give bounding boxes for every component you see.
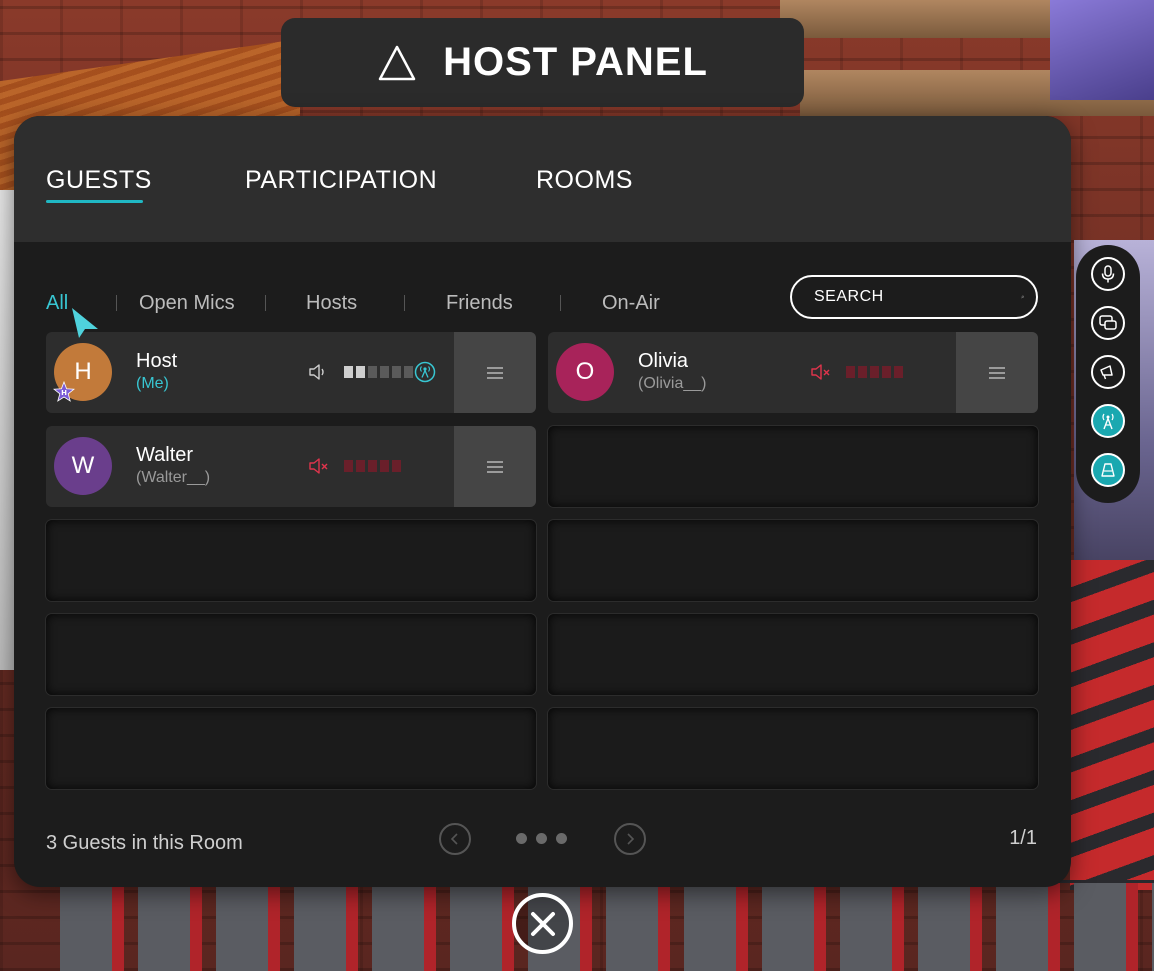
filter-on-air[interactable]: On-Air [602,292,660,315]
chevron-left-icon [450,833,458,845]
filter-hosts[interactable]: Hosts [306,292,404,315]
host-panel-header: HOST PANEL [281,18,804,107]
guest-filter-bar: All Open Mics Hosts Friends On-Air [46,288,660,318]
guest-menu-button[interactable] [956,332,1038,413]
filter-divider [116,295,117,311]
guest-handle: (Walter__) [136,469,211,486]
audio-level-meter [846,366,903,378]
page-dot [516,833,527,844]
guest-card-olivia: O Olivia (Olivia__) [548,332,1038,413]
search-icon[interactable] [1021,288,1024,306]
hamburger-menu-icon [487,366,503,379]
megaphone-button[interactable] [1091,355,1125,389]
empty-guest-slot [46,614,536,695]
chat-button[interactable] [1091,306,1125,340]
guest-name: Olivia [638,350,689,372]
stage-icon [1101,463,1115,477]
broadcast-button[interactable] [1091,404,1125,438]
page-dot [556,833,567,844]
audio-level-meter [344,460,401,472]
speaker-icon[interactable] [308,362,330,382]
broadcast-tower-icon [1102,413,1114,430]
mouse-pointer-icon [72,308,98,338]
active-tab-indicator [46,200,143,203]
page-indicator: 1/1 [1009,827,1037,849]
hamburger-menu-icon [989,366,1005,379]
guest-handle: (Olivia__) [638,375,707,392]
microphone-button[interactable] [1091,257,1125,291]
empty-guest-slot [46,708,536,789]
empty-guest-slot [548,520,1038,601]
audience-seats-side [1070,560,1154,890]
guest-handle: (Me) [136,375,169,392]
guest-card-host: H H Host (Me) [46,332,536,413]
window [1050,0,1154,100]
close-icon [530,911,555,936]
empty-guest-slot [548,614,1038,695]
empty-guest-slot [548,708,1038,789]
on-air-icon [414,361,436,383]
chevron-right-icon [627,833,635,845]
tab-bar: GUESTS PARTICIPATION ROOMS [14,116,1071,242]
side-toolbar [1076,245,1140,503]
guest-card-walter: W Walter (Walter__) [46,426,536,507]
guest-name: Walter [136,444,194,466]
host-panel: GUESTS PARTICIPATION ROOMS All Open Mics… [14,116,1071,887]
tab-rooms[interactable]: ROOMS [536,166,633,195]
filter-divider [265,295,266,311]
tab-guests[interactable]: GUESTS [46,166,152,195]
tab-participation[interactable]: PARTICIPATION [245,166,437,195]
megaphone-icon [1100,365,1113,380]
audio-level-meter [344,366,413,378]
previous-page-button[interactable] [439,823,471,855]
triangle-icon [378,45,416,80]
guest-count: 3 Guests in this Room [46,832,243,854]
filter-friends[interactable]: Friends [446,292,560,315]
speaker-muted-icon[interactable] [308,456,330,476]
page-dots [516,833,567,844]
chat-icon [1099,315,1117,330]
avatar: O [556,343,614,401]
search-box[interactable] [790,275,1038,319]
guest-menu-button[interactable] [454,332,536,413]
avatar: W [54,437,112,495]
empty-guest-slot [46,520,536,601]
microphone-icon [1101,265,1115,283]
speaker-muted-icon[interactable] [810,362,832,382]
hamburger-menu-icon [487,460,503,473]
host-badge-letter: H [61,389,67,397]
page-title: HOST PANEL [443,40,708,84]
empty-guest-slot [548,426,1038,507]
close-button[interactable] [512,893,573,954]
next-page-button[interactable] [614,823,646,855]
filter-divider [404,295,405,311]
page-dot [536,833,547,844]
host-star-badge-icon: H [53,381,75,402]
filter-divider [560,295,561,311]
guest-name: Host [136,350,178,372]
filter-open-mics[interactable]: Open Mics [139,292,265,315]
audience-seats [60,880,1154,971]
stage-button[interactable] [1091,453,1125,487]
search-input[interactable] [814,288,1021,306]
guest-menu-button[interactable] [454,426,536,507]
